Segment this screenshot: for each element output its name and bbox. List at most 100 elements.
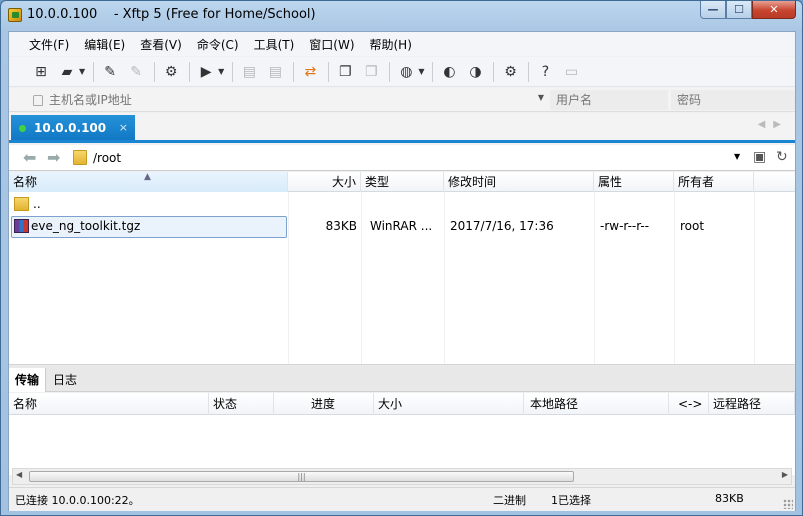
menu-bar: 文件(F) 编辑(E) 查看(V) 命令(C) 工具(T) 窗口(W) 帮助(H… [9, 32, 795, 56]
username-input[interactable] [550, 90, 668, 110]
menu-tools[interactable]: 工具(T) [252, 34, 297, 55]
transfer-column-direction[interactable]: <-> [669, 393, 709, 415]
status-connection: 已连接 10.0.0.100:22。 [15, 494, 140, 507]
properties-icon[interactable]: ⚙ [161, 62, 181, 82]
file-owner: root [680, 219, 705, 233]
open-folder-icon[interactable]: ▰ [57, 62, 77, 82]
title-bar[interactable]: 10.0.0.100 - Xftp 5 (Free for Home/Schoo… [1, 1, 802, 29]
tab-transfer[interactable]: 传输 [9, 368, 47, 392]
globe-dropdown-icon[interactable]: ▼ [418, 67, 424, 76]
file-modified: 2017/7/16, 17:36 [450, 219, 554, 233]
column-attributes[interactable]: 属性 [594, 172, 674, 192]
menu-command[interactable]: 命令(C) [195, 34, 241, 55]
toolbar-separator [528, 61, 530, 82]
forward-arrow-icon[interactable]: ➡ [47, 148, 60, 167]
column-modified[interactable]: 修改时间 [444, 172, 594, 192]
chat-icon[interactable]: ▭ [561, 62, 581, 82]
paste-icon[interactable]: ❐ [361, 62, 381, 82]
file-row-parent[interactable]: .. [9, 194, 795, 214]
menu-edit[interactable]: 编辑(E) [82, 34, 127, 55]
host-dropdown-icon[interactable]: ▼ [538, 93, 544, 102]
column-size[interactable]: 大小 [288, 172, 361, 192]
column-name-label: 名称 [13, 175, 38, 189]
path-bar: ⬅ ➡ ▼ ▣ ↻ [9, 145, 795, 171]
open-folder-tool-icon[interactable]: ▣ [753, 149, 766, 165]
file-list-header: 名称 ▲ 大小 类型 修改时间 属性 所有者 [9, 172, 795, 192]
column-name[interactable]: 名称 ▲ [9, 172, 288, 192]
window-title: 10.0.0.100 - Xftp 5 (Free for Home/Schoo… [27, 7, 316, 22]
disconnect-icon[interactable]: ✎ [126, 62, 146, 82]
tab-scroll-arrows-icon[interactable]: ◀▶ [758, 119, 789, 130]
column-type[interactable]: 类型 [361, 172, 444, 192]
password-input[interactable] [671, 90, 795, 110]
column-owner[interactable]: 所有者 [674, 172, 754, 192]
path-dropdown-icon[interactable]: ▼ [734, 152, 740, 161]
transfer-column-status[interactable]: 状态 [209, 393, 274, 415]
horizontal-scrollbar[interactable]: ◀ ||| ▶ [12, 468, 792, 485]
resize-grip[interactable] [783, 499, 793, 509]
file-name: .. [33, 197, 41, 211]
toolbar-separator [189, 61, 191, 82]
scroll-left-icon[interactable]: ◀ [16, 470, 22, 479]
client-area: 文件(F) 编辑(E) 查看(V) 命令(C) 工具(T) 窗口(W) 帮助(H… [8, 31, 796, 511]
status-selection: 1已选择 [551, 494, 591, 507]
transfer-icon[interactable]: ⇄ [300, 62, 320, 82]
play-dropdown-icon[interactable]: ▼ [218, 67, 224, 76]
menu-file[interactable]: 文件(F) [27, 34, 71, 55]
help-icon[interactable]: ? [535, 62, 555, 82]
transfer-column-size[interactable]: 大小 [374, 393, 524, 415]
toolbar-separator [389, 61, 391, 82]
status-transfer-mode: 二进制 [493, 494, 526, 507]
session-tab-label: 10.0.0.100 [34, 121, 107, 135]
menu-help[interactable]: 帮助(H) [368, 34, 414, 55]
new-session-icon[interactable]: ⊞ [31, 62, 51, 82]
lock-icon [33, 94, 43, 106]
xshell-icon[interactable]: ◐ [439, 62, 459, 82]
lower-tab-strip: 传输 日志 [9, 368, 795, 392]
host-input[interactable] [49, 93, 529, 107]
open-dropdown-icon[interactable]: ▼ [79, 67, 85, 76]
copy-icon[interactable]: ❐ [335, 62, 355, 82]
file-row[interactable]: eve_ng_toolkit.tgz 83KB WinRAR ... 2017/… [9, 216, 795, 238]
toolbar-separator [328, 61, 330, 82]
menu-window[interactable]: 窗口(W) [307, 34, 356, 55]
address-bar: ▼ [9, 88, 795, 112]
transfer-column-name[interactable]: 名称 [9, 393, 209, 415]
scroll-right-icon[interactable]: ▶ [782, 470, 788, 479]
tab-log[interactable]: 日志 [47, 368, 83, 392]
archive-file-icon [14, 219, 29, 233]
play-icon[interactable]: ▶ [196, 62, 216, 82]
transfer-list-header: 名称 状态 进度 大小 本地路径 <-> 远程路径 [9, 393, 795, 415]
session-tab-strip: 10.0.0.100 × ◀▶ [9, 113, 795, 141]
tab-accent-line [9, 140, 795, 143]
parent-folder-icon [14, 197, 29, 211]
settings-gear-icon[interactable]: ⚙ [500, 62, 520, 82]
xmanager-icon[interactable]: ◑ [465, 62, 485, 82]
xftp-app-icon [8, 8, 22, 22]
status-bar: 已连接 10.0.0.100:22。 二进制 1已选择 83KB [9, 487, 795, 511]
menu-view[interactable]: 查看(V) [138, 34, 184, 55]
host-box: ▼ [29, 90, 544, 110]
maximize-button[interactable]: ☐ [726, 1, 752, 19]
transfer-column-progress[interactable]: 进度 [274, 393, 374, 415]
copy-file-icon[interactable]: ▤ [239, 62, 259, 82]
tab-close-icon[interactable]: × [119, 121, 128, 134]
transfer-column-local-path[interactable]: 本地路径 [524, 393, 669, 415]
close-window-button[interactable]: ✕ [752, 1, 796, 19]
globe-icon[interactable]: ◍ [396, 62, 416, 82]
paste-file-icon[interactable]: ▤ [265, 62, 285, 82]
minimize-button[interactable]: — [700, 1, 726, 19]
window-controls: — ☐ ✕ [700, 1, 796, 19]
file-name: eve_ng_toolkit.tgz [31, 219, 141, 233]
status-size: 83KB [715, 492, 744, 505]
toolbar-separator [493, 61, 495, 82]
transfer-column-remote-path[interactable]: 远程路径 [709, 393, 795, 415]
sort-asc-icon: ▲ [144, 172, 151, 182]
back-arrow-icon[interactable]: ⬅ [23, 148, 36, 167]
session-tab[interactable]: 10.0.0.100 × [11, 115, 135, 141]
scrollbar-thumb[interactable]: ||| [29, 471, 574, 482]
path-input[interactable] [93, 148, 735, 168]
toolbar-separator [293, 61, 295, 82]
refresh-icon[interactable]: ↻ [776, 149, 788, 165]
connect-icon[interactable]: ✎ [100, 62, 120, 82]
